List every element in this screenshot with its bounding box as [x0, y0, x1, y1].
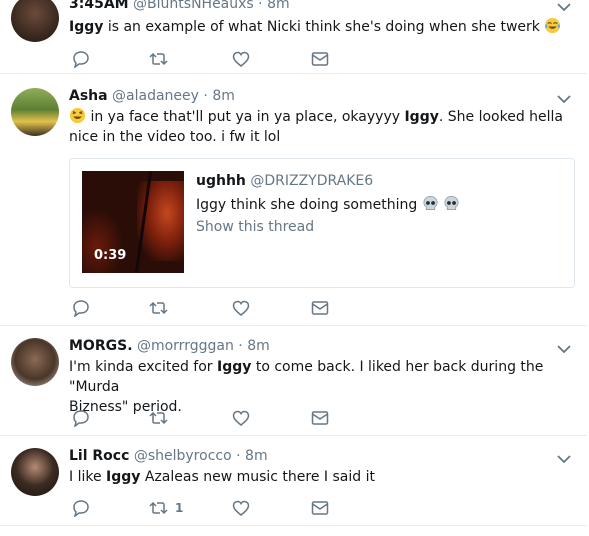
reply-button[interactable]: [72, 408, 90, 428]
retweet-icon: [149, 301, 168, 315]
user-handle[interactable]: @BluntsNHeauxs: [133, 0, 254, 12]
avatar[interactable]: [11, 338, 59, 386]
display-name[interactable]: MORGS.: [69, 338, 133, 354]
message-button[interactable]: [311, 498, 329, 518]
retweet-button[interactable]: [149, 49, 175, 69]
video-duration: 0:39: [94, 248, 127, 263]
user-handle[interactable]: @aladaneey: [112, 88, 199, 104]
tweet-actions: [72, 408, 372, 428]
display-name[interactable]: Asha: [69, 88, 108, 104]
quoted-text: Iggy think she doing something: [196, 195, 460, 213]
reply-button[interactable]: [72, 49, 90, 69]
timestamp[interactable]: 8m: [247, 338, 270, 354]
tweet-header: Lil Rocc @shelbyrocco · 8m: [69, 448, 268, 464]
user-handle[interactable]: @morrrgggan: [137, 338, 234, 354]
envelope-icon: [311, 52, 329, 66]
avatar[interactable]: [11, 0, 59, 42]
chevron-down-icon[interactable]: [557, 94, 571, 104]
tweet-text: in ya face that'll put ya in ya place, o…: [69, 107, 564, 145]
avatar[interactable]: [11, 88, 59, 136]
retweet-count: 1: [175, 501, 184, 515]
tweet-item[interactable]: 3:45AM @BluntsNHeauxs · 8m Iggy is an ex…: [0, 0, 587, 74]
tweet-actions: [72, 298, 372, 318]
heart-icon: [232, 500, 250, 516]
timestamp[interactable]: 8m: [267, 0, 290, 12]
message-button[interactable]: [311, 49, 329, 69]
message-button[interactable]: [311, 298, 329, 318]
retweet-button[interactable]: 1: [149, 498, 183, 518]
retweet-icon: [149, 501, 168, 515]
envelope-icon: [311, 501, 329, 515]
tweet-header: 3:45AM @BluntsNHeauxs · 8m: [69, 0, 290, 12]
display-name[interactable]: Lil Rocc: [69, 448, 129, 464]
skull-icon: [423, 196, 438, 211]
user-handle[interactable]: @shelbyrocco: [134, 448, 232, 464]
like-button[interactable]: [232, 408, 250, 428]
avatar[interactable]: [11, 448, 59, 496]
show-thread-link[interactable]: Show this thread: [196, 219, 314, 235]
reply-button[interactable]: [72, 498, 90, 518]
heart-icon: [232, 410, 250, 426]
quoted-tweet[interactable]: 0:39 ughhh @DRIZZYDRAKE6 Iggy think she …: [69, 158, 575, 288]
tweet-text: Iggy is an example of what Nicki think s…: [69, 17, 574, 37]
reply-icon: [73, 410, 89, 427]
reply-icon: [73, 500, 89, 517]
tweet-text: I like Iggy Azaleas new music there I sa…: [69, 469, 375, 485]
like-button[interactable]: [232, 49, 250, 69]
retweet-icon: [149, 411, 168, 425]
quoted-header: ughhh @DRIZZYDRAKE6: [196, 173, 373, 189]
quoted-handle: @DRIZZYDRAKE6: [250, 173, 374, 189]
heart-icon: [232, 300, 250, 316]
timestamp[interactable]: 8m: [245, 448, 268, 464]
display-name[interactable]: 3:45AM: [69, 0, 129, 12]
timestamp[interactable]: 8m: [212, 88, 235, 104]
tweet-actions: 1: [72, 498, 372, 518]
reply-button[interactable]: [72, 298, 90, 318]
laughing-tears-emoji-icon: [545, 17, 561, 34]
tweet-header: MORGS. @morrrgggan · 8m: [69, 338, 270, 354]
envelope-icon: [311, 411, 329, 425]
like-button[interactable]: [232, 298, 250, 318]
envelope-icon: [311, 301, 329, 315]
tweet-item[interactable]: Asha @aladaneey · 8m in ya face that'll …: [0, 74, 587, 326]
tweet-header: Asha @aladaneey · 8m: [69, 88, 235, 104]
skull-icon: [444, 196, 459, 211]
laughing-emoji-icon: [69, 107, 86, 124]
chevron-down-icon[interactable]: [557, 454, 571, 464]
video-thumbnail[interactable]: 0:39: [82, 171, 184, 273]
message-button[interactable]: [311, 408, 329, 428]
tweet-item[interactable]: MORGS. @morrrgggan · 8m I'm kinda excite…: [0, 326, 587, 436]
tweet-item[interactable]: Lil Rocc @shelbyrocco · 8m I like Iggy A…: [0, 436, 587, 526]
like-button[interactable]: [232, 498, 250, 518]
retweet-icon: [149, 52, 168, 66]
chevron-down-icon[interactable]: [557, 344, 571, 354]
retweet-button[interactable]: [149, 408, 175, 428]
reply-icon: [73, 51, 89, 68]
chevron-down-icon[interactable]: [557, 2, 571, 12]
quoted-display-name: ughhh: [196, 173, 246, 189]
tweet-actions: [72, 49, 372, 69]
reply-icon: [73, 300, 89, 317]
retweet-button[interactable]: [149, 298, 175, 318]
heart-icon: [232, 51, 250, 67]
